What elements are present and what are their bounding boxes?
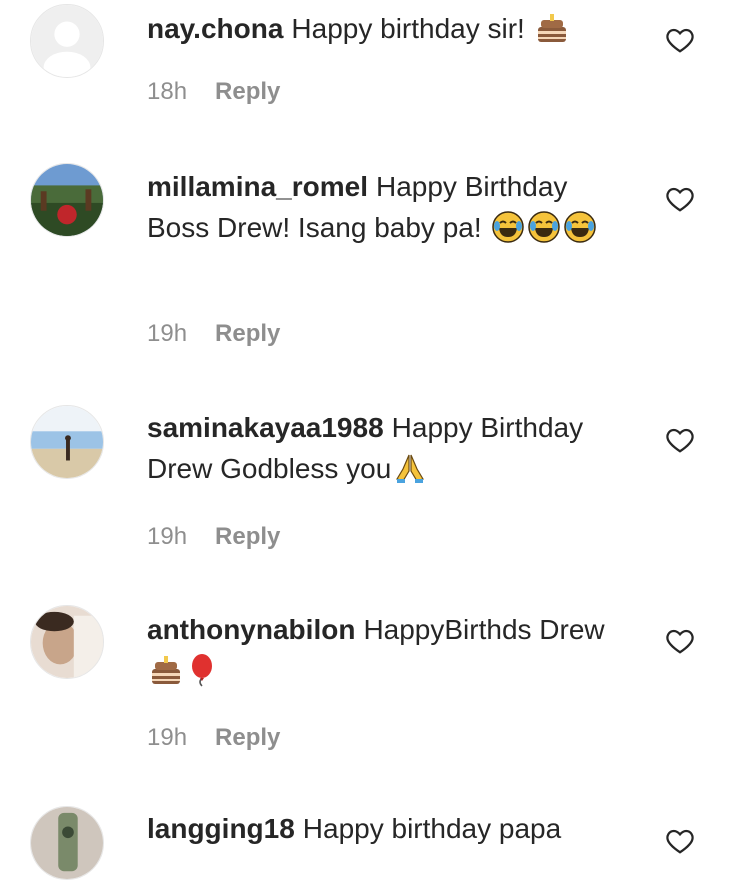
comment-text: HappyBirthds Drew	[363, 614, 605, 645]
cake-icon	[535, 11, 569, 45]
comment-text: Happy birthday sir!	[291, 13, 533, 44]
comment-body: millamina_romel Happy Birthday Boss Drew!…	[147, 166, 627, 248]
comment-body: langging18 Happy birthday papa	[147, 808, 627, 849]
comment-body: saminakayaa1988 Happy Birthday Drew Godbl…	[147, 407, 627, 489]
reply-button[interactable]: Reply	[215, 724, 280, 751]
comment-time: 19h	[147, 523, 188, 550]
comment-username[interactable]: langging18	[147, 813, 295, 844]
like-button[interactable]	[665, 826, 695, 856]
avatar[interactable]	[30, 163, 104, 237]
heart-outline-icon	[666, 187, 694, 212]
comment-username[interactable]: saminakayaa1988	[147, 412, 384, 443]
comment-username[interactable]: anthonynabilon	[147, 614, 355, 645]
profile-photo	[31, 606, 103, 678]
comment-username[interactable]: nay.chona	[147, 13, 283, 44]
comment-username[interactable]: millamina_romel	[147, 171, 368, 202]
comment-meta: 18h Reply	[147, 78, 308, 106]
joy-icon	[563, 210, 597, 244]
balloon-icon	[185, 653, 219, 687]
avatar[interactable]	[30, 4, 104, 78]
avatar[interactable]	[30, 605, 104, 679]
comment-body: anthonynabilon HappyBirthds Drew	[147, 609, 627, 691]
profile-photo	[31, 164, 103, 236]
like-button[interactable]	[665, 184, 695, 214]
comment-meta: 19h Reply	[147, 724, 308, 752]
heart-outline-icon	[666, 829, 694, 854]
joy-icon	[491, 210, 525, 244]
comment-meta: 19h Reply	[147, 320, 308, 348]
like-button[interactable]	[665, 25, 695, 55]
comment-text: Happy birthday papa	[302, 813, 562, 844]
like-button[interactable]	[665, 425, 695, 455]
comment-body: nay.chona Happy birthday sir!	[147, 8, 627, 49]
reply-button[interactable]: Reply	[215, 320, 280, 347]
profile-photo	[31, 406, 103, 478]
avatar[interactable]	[30, 405, 104, 479]
comment-meta: 19h Reply	[147, 523, 308, 551]
heart-outline-icon	[666, 428, 694, 453]
avatar[interactable]	[30, 806, 104, 880]
comment-time: 19h	[147, 724, 188, 751]
comment-time: 18h	[147, 78, 188, 105]
pray-icon	[393, 451, 427, 485]
comment-time: 19h	[147, 320, 188, 347]
profile-photo	[31, 807, 103, 879]
reply-button[interactable]: Reply	[215, 78, 280, 105]
like-button[interactable]	[665, 626, 695, 656]
cake-icon	[149, 653, 183, 687]
joy-icon	[527, 210, 561, 244]
heart-outline-icon	[666, 629, 694, 654]
default-avatar-icon	[31, 5, 103, 77]
heart-outline-icon	[666, 28, 694, 53]
reply-button[interactable]: Reply	[215, 523, 280, 550]
comments-list: nay.chona Happy birthday sir! 18h Reply mi…	[0, 0, 750, 880]
